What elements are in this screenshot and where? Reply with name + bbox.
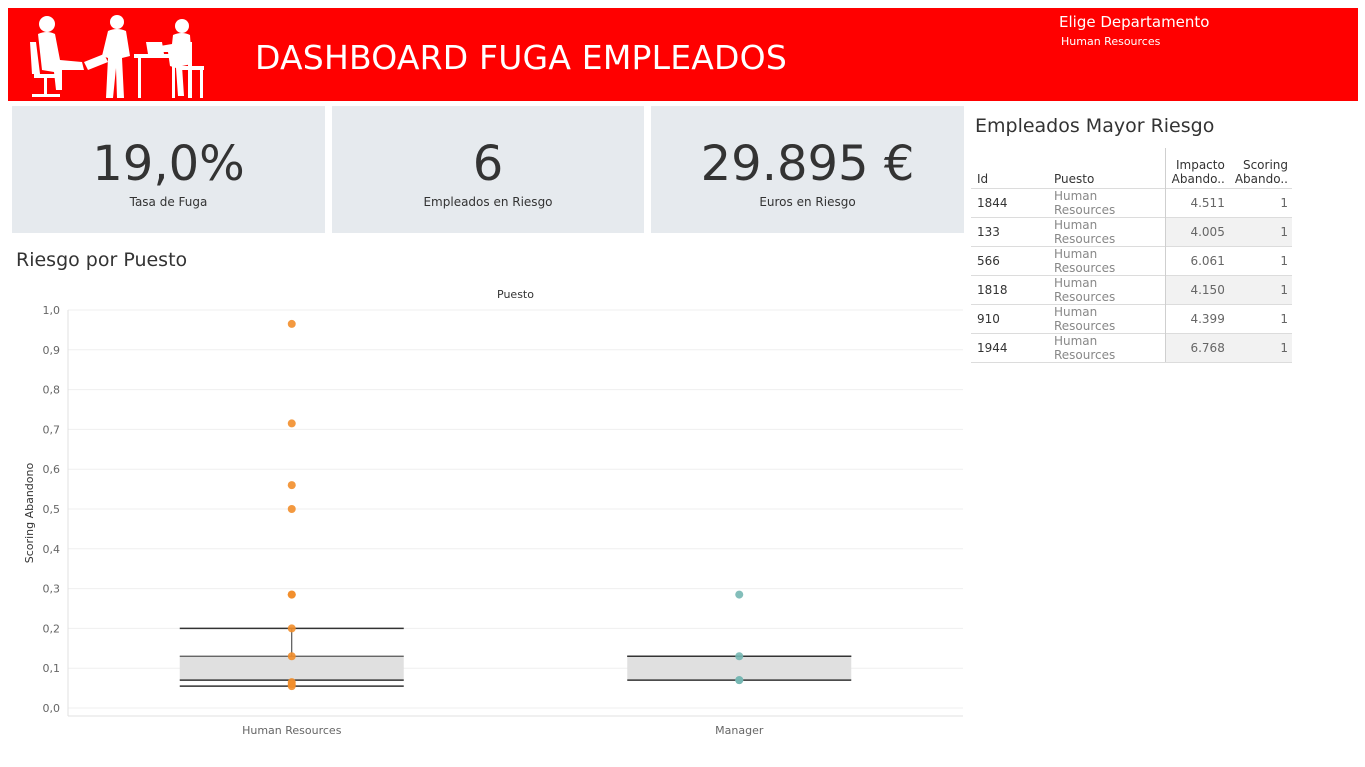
top-risk-employees-table: Id Puesto Impacto Abando.. Scoring Aband…: [971, 148, 1292, 363]
table-row[interactable]: 1818 Human Resources 4.150 1: [971, 274, 1292, 304]
cell-puesto: Human Resources: [1047, 303, 1166, 333]
risk-by-position-title: Riesgo por Puesto: [16, 249, 188, 271]
y-tick-label: 0,4: [43, 543, 61, 556]
cell-id: 910: [971, 303, 1048, 333]
y-tick-label: 0,8: [43, 384, 61, 397]
cell-scoring: 1: [1228, 274, 1292, 304]
table-row[interactable]: 566 Human Resources 6.061 1: [971, 245, 1292, 275]
kpi-attrition-rate: 19,0% Tasa de Fuga: [12, 106, 325, 233]
data-point: [287, 319, 296, 328]
cell-impacto: 4.150: [1164, 274, 1229, 304]
cell-puesto: Human Resources: [1047, 332, 1166, 363]
dashboard-title: DASHBOARD FUGA EMPLEADOS: [255, 38, 787, 77]
table-header-row: Id Puesto Impacto Abando.. Scoring Aband…: [971, 148, 1292, 188]
y-tick-label: 0,3: [43, 583, 61, 596]
cell-puesto: Human Resources: [1047, 245, 1166, 275]
kpi-value: 6: [472, 136, 504, 192]
cell-id: 1818: [971, 274, 1048, 304]
y-tick-label: 1,0: [43, 304, 61, 317]
column-header-puesto: Puesto: [1053, 171, 1095, 186]
cell-puesto: Human Resources: [1047, 274, 1166, 304]
department-filter-label: Elige Departamento: [1059, 13, 1210, 31]
kpi-label: Tasa de Fuga: [129, 195, 208, 209]
data-point: [735, 590, 744, 599]
dashboard-header: DASHBOARD FUGA EMPLEADOS Elige Departame…: [8, 8, 1358, 101]
data-point: [287, 652, 296, 661]
chart-title: Puesto: [497, 288, 534, 301]
cell-scoring: 1: [1228, 187, 1292, 217]
x-tick-label: Human Resources: [242, 724, 342, 737]
top-risk-employees-title: Empleados Mayor Riesgo: [975, 115, 1215, 137]
y-tick-label: 0,6: [43, 463, 61, 476]
table-row[interactable]: 1944 Human Resources 6.768 1: [971, 332, 1292, 363]
data-point: [287, 419, 296, 428]
cell-scoring: 1: [1228, 245, 1292, 275]
cell-impacto: 4.511: [1164, 187, 1229, 217]
column-header-id: Id: [977, 171, 989, 186]
cell-id: 566: [971, 245, 1048, 275]
kpi-euros-at-risk: 29.895 € Euros en Riesgo: [651, 106, 964, 233]
kpi-employees-at-risk: 6 Empleados en Riesgo: [332, 106, 644, 233]
cell-scoring: 1: [1228, 303, 1292, 333]
column-header-scoring: Scoring Abando..: [1234, 157, 1288, 186]
y-tick-label: 0,9: [43, 344, 61, 357]
office-workers-logo: [30, 15, 204, 98]
kpi-value: 19,0%: [92, 136, 245, 192]
data-point: [735, 652, 744, 661]
y-tick-label: 0,7: [43, 423, 61, 436]
y-tick-label: 0,1: [43, 662, 61, 675]
cell-impacto: 6.768: [1164, 332, 1229, 363]
cell-id: 1844: [971, 187, 1048, 217]
kpi-label: Euros en Riesgo: [759, 195, 856, 209]
data-point: [287, 682, 296, 691]
cell-impacto: 4.399: [1164, 303, 1229, 333]
department-filter-value[interactable]: Human Resources: [1061, 35, 1160, 48]
table-row[interactable]: 133 Human Resources 4.005 1: [971, 216, 1292, 246]
x-tick-label: Manager: [715, 724, 764, 737]
y-tick-label: 0,5: [43, 503, 61, 516]
cell-puesto: Human Resources: [1047, 216, 1166, 246]
y-tick-label: 0,0: [43, 702, 61, 715]
cell-id: 133: [971, 216, 1048, 246]
cell-impacto: 6.061: [1164, 245, 1229, 275]
cell-scoring: 1: [1228, 216, 1292, 246]
data-point: [287, 505, 296, 513]
cell-scoring: 1: [1228, 332, 1292, 363]
data-point: [287, 481, 296, 490]
table-row[interactable]: 910 Human Resources 4.399 1: [971, 303, 1292, 333]
cell-puesto: Human Resources: [1047, 187, 1166, 217]
column-header-impacto: Impacto Abando..: [1164, 148, 1229, 188]
risk-scatter-plot: Puesto 0,0 0,1 0,2 0,3 0,4 0,5 0,6 0,7 0,8 0,9 1,0 S…: [23, 288, 963, 737]
data-point: [287, 590, 296, 599]
risk-by-position-chart: Puesto 0,0 0,1 0,2 0,3 0,4 0,5 0,6 0,7 0,8 0,9 1,0 S…: [12, 280, 967, 750]
cell-id: 1944: [971, 332, 1048, 363]
kpi-label: Empleados en Riesgo: [423, 195, 553, 209]
y-axis-label: Scoring Abandono: [23, 463, 36, 564]
kpi-value: 29.895 €: [700, 136, 915, 192]
data-point: [735, 676, 744, 685]
data-point: [287, 624, 296, 633]
y-tick-label: 0,2: [43, 622, 61, 635]
cell-impacto: 4.005: [1164, 216, 1229, 246]
table-row[interactable]: 1844 Human Resources 4.511 1: [971, 187, 1292, 217]
